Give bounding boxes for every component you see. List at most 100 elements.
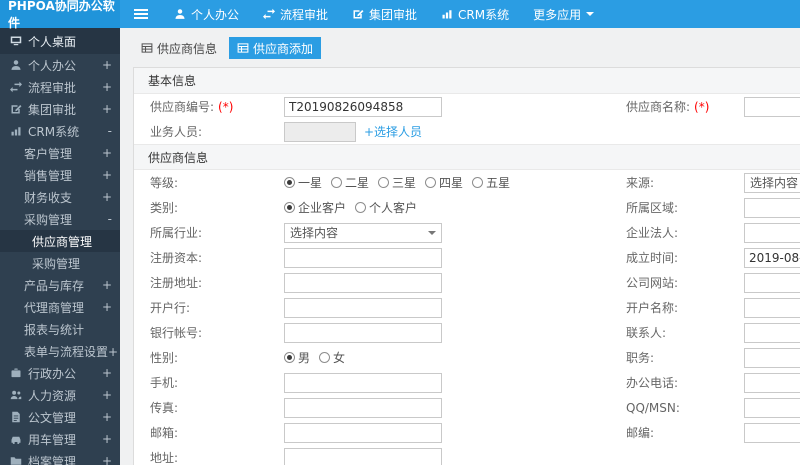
sidebar-item-sales-mgmt[interactable]: 销售管理 + <box>0 164 120 186</box>
radio-icon[interactable] <box>425 177 437 188</box>
form-row: 类别: 企业客户 个人客户 所属区域: <box>134 195 800 220</box>
sidebar-item-finance[interactable]: 财务收支 + <box>0 186 120 208</box>
contact-input[interactable] <box>744 322 800 343</box>
sidebar-item-hr[interactable]: 人力资源 + <box>0 384 120 406</box>
registered-address-input[interactable] <box>284 272 442 293</box>
tab-supplier-info[interactable]: 供应商信息 <box>133 37 225 59</box>
zip-input[interactable] <box>744 422 800 443</box>
radio-icon[interactable] <box>319 352 331 363</box>
sidebar-item-customer-mgmt[interactable]: 客户管理 + <box>0 142 120 164</box>
sidebar-item-reports-stats[interactable]: 报表与统计 <box>0 318 120 340</box>
account-name-input[interactable] <box>744 297 800 318</box>
registered-address-label: 注册地址: <box>150 276 203 290</box>
radio-icon[interactable] <box>284 352 295 363</box>
bank-input[interactable] <box>284 297 442 318</box>
radio-option-individual[interactable]: 个人客户 <box>355 199 417 216</box>
email-input[interactable] <box>284 422 442 443</box>
choose-person-link[interactable]: +选择人员 <box>364 123 422 140</box>
nav-item-more-apps[interactable]: 更多应用 <box>521 0 606 28</box>
sidebar-item-personal-office[interactable]: 个人办公 + <box>0 54 120 76</box>
form-row: 注册地址: 公司网站: <box>134 270 800 295</box>
address-label: 地址: <box>150 451 179 465</box>
gender-label: 性别: <box>150 351 179 365</box>
radio-option-level-1[interactable]: 一星 <box>284 174 322 191</box>
sidebar-item-archive-mgmt[interactable]: 档案管理 + <box>0 450 120 465</box>
website-input[interactable] <box>744 272 800 293</box>
region-label: 所属区域: <box>626 201 679 215</box>
established-date-input[interactable] <box>744 247 800 268</box>
form-row: 供应商编号:(*) 供应商名称:(*) <box>134 94 800 119</box>
sidebar-item-vehicle-mgmt[interactable]: 用车管理 + <box>0 428 120 450</box>
registered-capital-input[interactable] <box>284 247 442 268</box>
radio-icon[interactable] <box>284 202 295 213</box>
radio-option-level-2[interactable]: 二星 <box>331 174 369 191</box>
tab-supplier-add[interactable]: 供应商添加 <box>229 37 322 59</box>
industry-label: 所属行业: <box>150 226 203 240</box>
business-person-input[interactable] <box>284 121 356 142</box>
industry-select[interactable]: 选择内容 <box>284 222 442 243</box>
radio-option-enterprise[interactable]: 企业客户 <box>284 199 346 216</box>
bank-account-input[interactable] <box>284 322 442 343</box>
radio-icon[interactable] <box>284 177 295 188</box>
radio-icon[interactable] <box>355 202 367 213</box>
sidebar-item-supplier-mgmt[interactable]: 供应商管理 <box>0 230 120 252</box>
supplier-no-input[interactable] <box>284 96 442 117</box>
radio-icon[interactable] <box>378 177 390 188</box>
website-label: 公司网站: <box>626 276 679 290</box>
sidebar-item-document-mgmt[interactable]: 公文管理 + <box>0 406 120 428</box>
edit-icon <box>10 103 22 115</box>
category-label: 类别: <box>150 201 179 215</box>
mobile-input[interactable] <box>284 372 442 393</box>
table-icon <box>237 42 249 54</box>
region-input[interactable] <box>744 197 800 218</box>
fax-input[interactable] <box>284 397 442 418</box>
supplier-no-label: 供应商编号: (*) <box>150 100 234 114</box>
radio-option-female[interactable]: 女 <box>319 349 345 366</box>
category-radio-group: 企业客户 个人客户 <box>284 199 626 216</box>
sidebar-item-process-approval[interactable]: 流程审批 + <box>0 76 120 98</box>
radio-icon[interactable] <box>472 177 484 188</box>
sidebar-item-form-process-settings[interactable]: 表单与流程设置+ <box>0 340 120 362</box>
chart-icon <box>10 125 22 137</box>
radio-option-male[interactable]: 男 <box>284 349 310 366</box>
sidebar-item-personal-desktop[interactable]: 个人桌面 <box>0 28 120 54</box>
qq-msn-input[interactable] <box>744 397 800 418</box>
radio-option-level-3[interactable]: 三星 <box>378 174 416 191</box>
nav-item-group-approval[interactable]: 集团审批 <box>340 0 429 28</box>
sidebar-item-product-inventory[interactable]: 产品与库存 + <box>0 274 120 296</box>
office-phone-input[interactable] <box>744 372 800 393</box>
edit-icon <box>352 8 364 20</box>
sidebar-item-agent-mgmt[interactable]: 代理商管理 + <box>0 296 120 318</box>
main-content: 供应商信息 供应商添加 基本信息 供应商编号:(*) 供应商名称:(*) <box>120 28 800 465</box>
app-logo: PHPOA协同办公软件 <box>0 0 120 30</box>
source-select[interactable]: 选择内容 <box>744 172 800 193</box>
level-radio-group: 一星 二星 三星 四星 五星 <box>284 174 626 191</box>
sidebar-item-purchase-mgmt[interactable]: 采购管理 - <box>0 208 120 230</box>
address-input[interactable] <box>284 447 442 465</box>
form-row: 银行帐号: 联系人: <box>134 320 800 345</box>
sidebar-item-group-approval[interactable]: 集团审批 + <box>0 98 120 120</box>
menu-icon[interactable] <box>134 9 148 19</box>
supplier-form: 基本信息 供应商编号:(*) 供应商名称:(*) 业务人员: +选择人员 <box>133 67 800 465</box>
sidebar-item-crm-system[interactable]: CRM系统 - <box>0 120 120 142</box>
legal-person-label: 企业法人: <box>626 226 679 240</box>
sidebar-item-admin-office[interactable]: 行政办公 + <box>0 362 120 384</box>
radio-option-level-5[interactable]: 五星 <box>472 174 510 191</box>
radio-option-level-4[interactable]: 四星 <box>425 174 463 191</box>
form-row: 所属行业: 选择内容 企业法人: <box>134 220 800 245</box>
nav-item-personal-office[interactable]: 个人办公 <box>162 0 251 28</box>
supplier-name-input[interactable] <box>744 96 800 117</box>
source-label: 来源: <box>626 176 655 190</box>
supplier-name-label: 供应商名称: (*) <box>626 100 710 114</box>
person-icon <box>10 59 22 71</box>
sidebar-item-procurement[interactable]: 采购管理 <box>0 252 120 274</box>
nav-item-process-approval[interactable]: 流程审批 <box>251 0 340 28</box>
radio-icon[interactable] <box>331 177 343 188</box>
legal-person-input[interactable] <box>744 222 800 243</box>
position-input[interactable] <box>744 347 800 368</box>
flow-icon <box>10 81 22 93</box>
bank-label: 开户行: <box>150 301 191 315</box>
users-icon <box>10 389 22 401</box>
briefcase-icon <box>10 367 22 379</box>
nav-item-crm-system[interactable]: CRM系统 <box>429 0 521 28</box>
